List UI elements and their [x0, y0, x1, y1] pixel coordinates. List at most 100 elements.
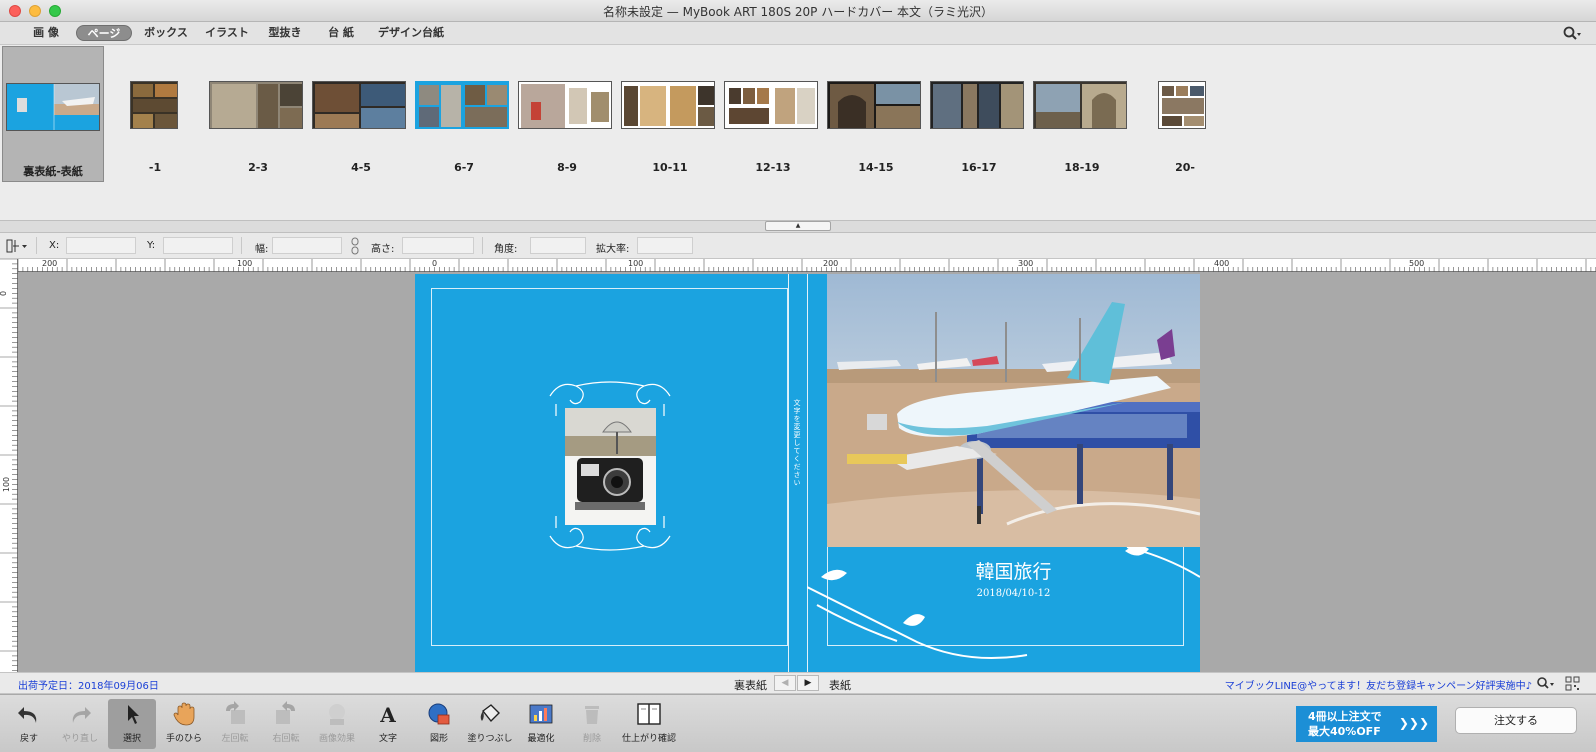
- ruler-label: 300: [1018, 259, 1034, 268]
- height-field[interactable]: [402, 237, 474, 254]
- spread-thumb[interactable]: 8-9: [516, 45, 618, 183]
- spread-label: 2-3: [248, 161, 268, 174]
- properties-bar: X: Y: 幅: 高さ: 角度: 拡大率:: [0, 233, 1596, 259]
- delete-button[interactable]: 削除: [568, 699, 616, 749]
- rotate-right-button[interactable]: 右回転: [262, 699, 310, 749]
- back-cover-photo[interactable]: [565, 408, 656, 525]
- spread-thumb[interactable]: -1: [104, 45, 206, 183]
- search-icon[interactable]: [1562, 25, 1582, 41]
- hand-tool-button[interactable]: 手のひら: [160, 699, 208, 749]
- order-button[interactable]: 注文する: [1455, 707, 1577, 734]
- rotate-left-button[interactable]: 左回転: [211, 699, 259, 749]
- front-cover-photo[interactable]: [827, 274, 1200, 547]
- nav-next-label: 表紙: [829, 679, 851, 692]
- spread-thumb[interactable]: 6-7: [413, 45, 515, 183]
- x-field[interactable]: [66, 237, 136, 254]
- rotate-left-icon: [226, 701, 245, 724]
- vertical-ruler: 0 100: [0, 259, 18, 672]
- svg-text:A: A: [379, 703, 396, 727]
- select-tool-button[interactable]: 選択: [108, 699, 156, 749]
- x-label: X:: [49, 240, 60, 251]
- spread-thumbnail: [415, 81, 509, 129]
- angle-field[interactable]: [530, 237, 586, 254]
- qr-code-icon[interactable]: [1565, 676, 1580, 691]
- spread-thumbnail: [621, 81, 715, 129]
- cover-date-text[interactable]: 2018/04/10-12: [827, 588, 1200, 599]
- spread-thumb[interactable]: 12-13: [722, 45, 824, 183]
- text-icon: A: [379, 703, 396, 727]
- ship-date-text: 出荷予定日：2018年09月06日: [18, 681, 159, 692]
- editing-canvas[interactable]: 文字を変更してください 韓国旅行 2018/04/10-12: [18, 272, 1596, 672]
- paint-bucket-icon: [480, 704, 500, 723]
- spread-thumb[interactable]: 4-5: [310, 45, 412, 183]
- optimize-button[interactable]: 最適化: [517, 699, 565, 749]
- spread-cover[interactable]: 裏表紙-表紙: [2, 46, 104, 182]
- image-effect-icon: [329, 704, 345, 725]
- spread-thumb[interactable]: 14-15: [825, 45, 927, 183]
- prev-spread-button[interactable]: ◀: [774, 675, 796, 691]
- image-effect-button[interactable]: 画像効果: [313, 699, 361, 749]
- text-tool-button[interactable]: A 文字: [364, 699, 412, 749]
- spread-label: 20-: [1175, 161, 1195, 174]
- line-promo-link[interactable]: マイブックLINE@やってます！友だち登録キャンペーン好評実施中♪: [1225, 677, 1532, 692]
- spread-thumb[interactable]: 18-19: [1031, 45, 1133, 183]
- y-field[interactable]: [163, 237, 233, 254]
- separator: [241, 237, 242, 254]
- spread-thumbnail: [6, 83, 100, 131]
- zoom-icon[interactable]: [1536, 676, 1556, 691]
- zoom-field[interactable]: [637, 237, 693, 254]
- cover-spread-page[interactable]: 文字を変更してください 韓国旅行 2018/04/10-12: [415, 274, 1200, 672]
- spread-thumb[interactable]: 10-11: [619, 45, 721, 183]
- y-label: Y:: [147, 240, 156, 251]
- spread-thumbnail: [930, 81, 1024, 129]
- ruler-label: 100: [628, 259, 644, 268]
- spine-text[interactable]: 文字を変更してください: [792, 399, 802, 487]
- spine-left-line: [788, 274, 789, 672]
- spread-label: 8-9: [557, 161, 577, 174]
- fill-tool-button[interactable]: 塗りつぶし: [466, 699, 514, 749]
- tab-image[interactable]: 画 像: [22, 25, 70, 41]
- spread-label: 10-11: [652, 161, 688, 174]
- spread-label: 6-7: [454, 161, 474, 174]
- undo-icon: [18, 707, 37, 723]
- link-aspect-icon[interactable]: [350, 237, 360, 255]
- tab-design-mount[interactable]: デザイン台紙: [370, 25, 452, 41]
- spread-label: 12-13: [755, 161, 791, 174]
- shape-tool-button[interactable]: 図形: [415, 699, 463, 749]
- width-field[interactable]: [272, 237, 342, 254]
- undo-button[interactable]: 戻す: [5, 699, 53, 749]
- discount-banner[interactable]: 4冊以上注文で 最大40%OFF ❯❯❯: [1296, 706, 1437, 742]
- ruler-label: 100: [2, 476, 12, 493]
- spread-thumb[interactable]: 16-17: [928, 45, 1030, 183]
- ruler-label: 0: [432, 259, 438, 268]
- spread-thumb[interactable]: 20-: [1134, 45, 1236, 183]
- tab-mount[interactable]: 台 紙: [318, 25, 364, 41]
- zoom-label: 拡大率:: [596, 244, 630, 255]
- tab-page[interactable]: ページ: [76, 25, 132, 41]
- spread-label: 18-19: [1064, 161, 1100, 174]
- tab-die-cut[interactable]: 型抜き: [260, 25, 310, 41]
- ruler-label: 0: [0, 291, 8, 296]
- ruler-label: 400: [1214, 259, 1230, 268]
- spread-label: 裏表紙-表紙: [23, 165, 83, 178]
- collapse-strip-button[interactable]: ▲: [765, 221, 831, 231]
- redo-button[interactable]: やり直し: [56, 699, 104, 749]
- pointer-icon: [128, 705, 139, 724]
- horizontal-ruler: 200 100 0 100 200 300 400 500: [18, 259, 1596, 272]
- tab-bar: 画 像 ページ ボックス イラスト 型抜き 台 紙 デザイン台紙: [0, 22, 1596, 45]
- spread-thumbnail: [518, 81, 612, 129]
- spread-thumb[interactable]: 2-3: [207, 45, 309, 183]
- delete-icon: [585, 706, 599, 724]
- tab-illust[interactable]: イラスト: [198, 25, 256, 41]
- preview-button[interactable]: 仕上がり確認: [619, 699, 679, 749]
- window-title: 名称未設定 — MyBook ART 180S 20P ハードカバー 本文（ラミ…: [602, 5, 994, 19]
- arrows-icon: ❯❯❯: [1398, 716, 1429, 730]
- next-spread-button[interactable]: ▶: [797, 675, 819, 691]
- spread-thumbnail: [724, 81, 818, 129]
- cover-title-text[interactable]: 韓国旅行: [827, 557, 1200, 584]
- separator: [482, 237, 483, 254]
- width-label: 幅:: [255, 244, 269, 255]
- align-tool-icon[interactable]: [6, 238, 28, 254]
- nav-prev-label: 裏表紙: [734, 679, 767, 692]
- tab-box[interactable]: ボックス: [138, 25, 194, 41]
